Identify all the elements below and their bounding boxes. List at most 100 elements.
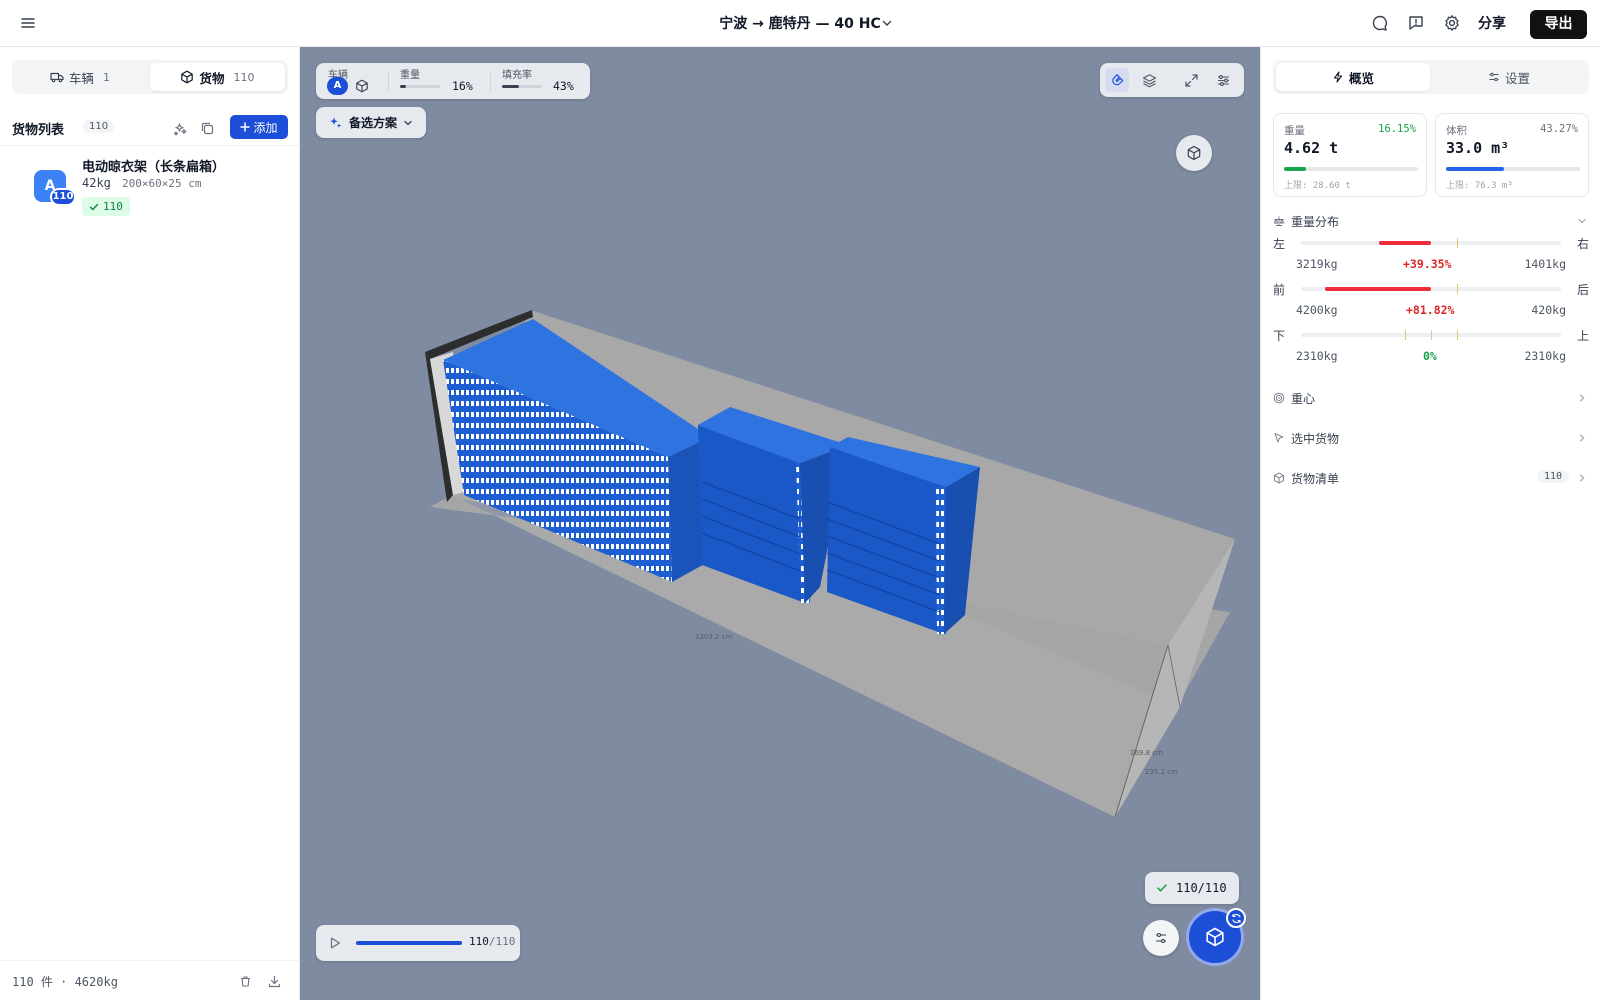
right-panel: 概览 设置 重量 16.15% 4.62 t 上限: 28.60 t 体积 43… <box>1260 47 1600 1000</box>
chevron-down-icon[interactable] <box>880 16 894 30</box>
cargo-manifest-section[interactable]: 货物清单 110 <box>1273 467 1589 489</box>
imbalance-bar <box>1379 241 1431 245</box>
front-side-label: 前 <box>1273 283 1286 297</box>
tab-cargo-label: 货物 <box>199 70 225 86</box>
container-scene[interactable]: 1203.2 cm 269.8 cm 235.2 cm <box>300 47 1260 1000</box>
left-panel: 车辆 1 货物 110 货物列表 110 添加 A 110 电动晾衣架（长条扁箱… <box>0 47 300 1000</box>
vehicle-stats-card: 车辆 A 重量 16% 填充率 43% <box>316 63 590 99</box>
scale-icon <box>1273 215 1285 227</box>
copy-icon[interactable] <box>198 119 216 137</box>
weight-card-percent: 16.15% <box>1378 123 1416 135</box>
plus-icon <box>240 122 251 132</box>
play-icon[interactable] <box>326 934 344 952</box>
add-cargo-label: 添加 <box>253 120 278 135</box>
check-icon <box>89 202 99 212</box>
3d-viewport[interactable]: 1203.2 cm 269.8 cm 235.2 cm 车辆 A 重量 16% … <box>300 47 1260 1000</box>
top-bar: 宁波 → 鹿特丹 — 40 HC 分享 导出 <box>0 0 1600 47</box>
add-cargo-button[interactable]: 添加 <box>230 115 288 139</box>
center-marker <box>1431 330 1432 340</box>
left-weight-value: 3219kg <box>1296 257 1338 271</box>
trash-icon[interactable] <box>237 973 253 989</box>
imbalance-bar <box>1325 287 1431 291</box>
distribution-row-bottom-top: 下 上 2310kg 0% 2310kg <box>1273 327 1589 367</box>
cargo-manifest-label: 货物清单 <box>1291 471 1340 486</box>
cargo-summary: 110 件 · 4620kg <box>12 975 118 989</box>
bottom-weight-value: 2310kg <box>1296 349 1338 363</box>
weight-percent: 16% <box>452 79 473 93</box>
fullscreen-icon[interactable] <box>1179 68 1203 92</box>
share-button[interactable]: 分享 <box>1478 13 1506 33</box>
left-side-label: 左 <box>1273 237 1286 251</box>
cargo-name: 电动晾衣架（长条扁箱） <box>82 160 226 175</box>
balance-track <box>1301 284 1561 294</box>
selected-cargo-section[interactable]: 选中货物 <box>1273 427 1589 449</box>
weight-distribution-title: 重量分布 <box>1291 214 1340 229</box>
left-footer: 110 件 · 4620kg <box>0 960 300 1000</box>
magnet-snap-icon[interactable] <box>1105 68 1129 92</box>
auto-arrange-icon[interactable] <box>171 119 189 137</box>
chevron-right-icon <box>1575 391 1589 405</box>
playback-current: 110 <box>469 935 489 948</box>
center-of-gravity-label: 重心 <box>1291 391 1316 406</box>
playback-counter: 110/110 <box>469 935 515 948</box>
cube-icon[interactable] <box>354 78 370 94</box>
view-toolbar <box>1100 63 1244 97</box>
volume-card-label: 体积 <box>1446 125 1467 137</box>
gear-icon[interactable] <box>1442 13 1462 33</box>
volume-card-limit: 上限: 76.3 m³ <box>1446 181 1513 191</box>
volume-card-value: 33.0 m³ <box>1446 139 1510 157</box>
cargo-list-header: 货物列表 110 添加 <box>12 115 288 141</box>
tab-settings[interactable]: 设置 <box>1432 63 1586 91</box>
cargo-dimensions: 200×60×25 cm <box>122 177 202 190</box>
playback-slider[interactable] <box>356 941 462 945</box>
export-button[interactable]: 导出 <box>1530 10 1587 39</box>
weight-metric-card: 重量 16.15% 4.62 t 上限: 28.60 t <box>1273 113 1427 197</box>
tab-cargo[interactable]: 货物 110 <box>150 63 285 91</box>
menu-icon[interactable] <box>17 12 39 34</box>
layers-icon[interactable] <box>1137 68 1161 92</box>
chat-icon[interactable] <box>1370 13 1390 33</box>
playback-progress-fill <box>356 941 462 945</box>
tolerance-marker <box>1405 330 1406 340</box>
cargo-list-count: 110 <box>83 120 115 133</box>
weight-distribution-header[interactable]: 重量分布 <box>1273 210 1589 232</box>
playback-bar: 110/110 <box>316 925 520 961</box>
front-rear-imbalance: +81.82% <box>1406 303 1455 317</box>
vehicle-a-chip[interactable]: A <box>327 77 348 95</box>
right-weight-value: 1401kg <box>1524 257 1566 271</box>
volume-metric-card: 体积 43.27% 33.0 m³ 上限: 76.3 m³ <box>1435 113 1589 197</box>
sliders-icon <box>1488 71 1500 83</box>
cursor-icon <box>1273 432 1285 444</box>
volume-card-percent: 43.27% <box>1540 123 1578 135</box>
distribution-row-front-rear: 前 后 4200kg +81.82% 420kg <box>1273 281 1589 321</box>
download-icon[interactable] <box>266 973 282 989</box>
tab-overview-label: 概览 <box>1348 70 1374 86</box>
view-cube-icon[interactable] <box>1176 135 1212 171</box>
right-side-label: 右 <box>1576 237 1589 251</box>
center-of-gravity-section[interactable]: 重心 <box>1273 387 1589 409</box>
filter-icon[interactable] <box>1143 920 1179 956</box>
balance-track <box>1301 238 1561 248</box>
weight-label: 重量 <box>400 70 420 81</box>
sparkle-icon <box>328 115 343 130</box>
tab-overview[interactable]: 概览 <box>1276 63 1430 91</box>
rear-side-label: 后 <box>1576 283 1589 297</box>
alternative-plans-button[interactable]: 备选方案 <box>316 107 426 138</box>
settings-sliders-icon[interactable] <box>1211 68 1235 92</box>
selected-cargo-label: 选中货物 <box>1291 431 1340 446</box>
tolerance-marker <box>1457 284 1458 294</box>
chevron-down-icon <box>1575 214 1589 228</box>
balance-track <box>1301 330 1561 340</box>
weight-progress-bar <box>400 85 440 88</box>
refresh-icon[interactable] <box>1226 908 1246 928</box>
alternative-plans-label: 备选方案 <box>349 116 398 130</box>
left-tabs: 车辆 1 货物 110 <box>12 60 288 94</box>
weight-card-bar <box>1284 167 1418 171</box>
status-badge-count: 110 <box>103 200 123 213</box>
volume-card-bar <box>1446 167 1580 171</box>
list-item[interactable]: A 110 电动晾衣架（长条扁箱） 42kg 200×60×25 cm 110 <box>12 154 288 224</box>
divider <box>388 71 389 91</box>
tab-vehicles-label: 车辆 <box>68 70 94 86</box>
feedback-icon[interactable] <box>1406 13 1426 33</box>
tab-vehicles[interactable]: 车辆 1 <box>15 63 145 91</box>
